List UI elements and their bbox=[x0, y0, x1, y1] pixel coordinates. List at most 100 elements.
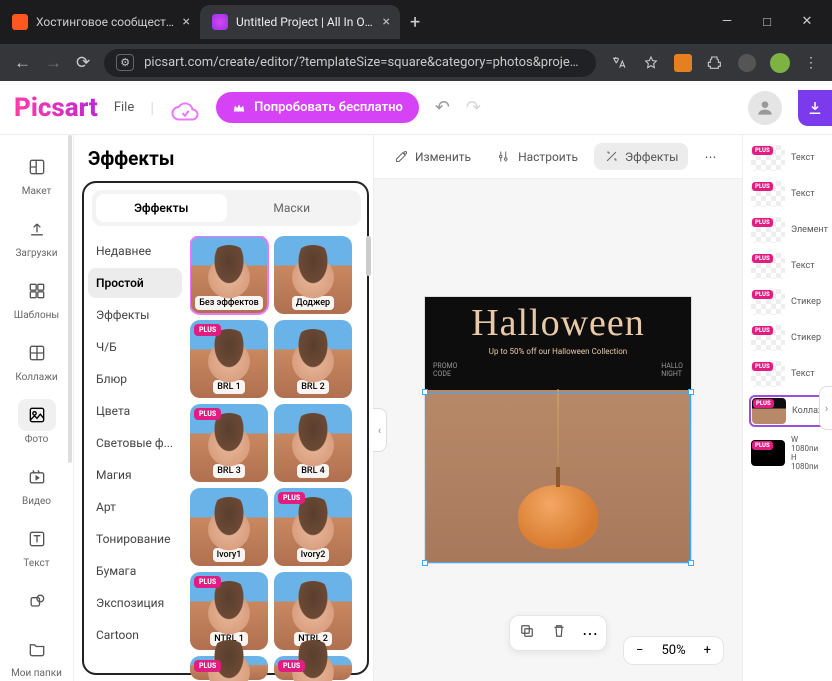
rail-shapes[interactable] bbox=[0, 577, 73, 625]
more-options-button[interactable]: ⋯ bbox=[582, 624, 598, 643]
cat-art[interactable]: Арт bbox=[88, 492, 182, 522]
collapse-panel-button[interactable]: ‹ bbox=[373, 408, 387, 452]
effect-brl3[interactable]: PLUSBRL 3 bbox=[190, 404, 268, 482]
new-tab-button[interactable]: + bbox=[400, 12, 430, 33]
more-button[interactable]: ⋯ bbox=[694, 144, 726, 170]
layer-text-3[interactable]: PLUSТекст bbox=[749, 251, 826, 281]
rail-scrollbar[interactable] bbox=[68, 135, 72, 463]
cat-blur[interactable]: Блюр bbox=[88, 364, 182, 394]
effect-thumbnails: Без эффектов Доджер PLUSBRL 1 BRL 2 PLUS… bbox=[190, 236, 373, 681]
extensions-icon[interactable] bbox=[706, 54, 724, 72]
plus-badge: PLUS bbox=[194, 324, 221, 336]
cat-magic[interactable]: Магия bbox=[88, 460, 182, 490]
layer-collage[interactable]: PLUSКоллаж bbox=[749, 395, 826, 427]
effect-ivory2[interactable]: PLUSIvory2 bbox=[274, 488, 352, 566]
rail-folders[interactable]: Мои папки bbox=[0, 625, 73, 681]
rail-templates[interactable]: Шаблоны bbox=[0, 267, 73, 329]
picsart-logo[interactable]: Picsart bbox=[14, 93, 98, 123]
zoom-out-button[interactable]: − bbox=[636, 643, 643, 658]
effect-dodger[interactable]: Доджер bbox=[274, 236, 352, 314]
adjust-button[interactable]: Настроить bbox=[487, 143, 588, 170]
layer-text-1[interactable]: PLUSТекст bbox=[749, 143, 826, 173]
cat-simple[interactable]: Простой bbox=[88, 268, 182, 298]
file-menu[interactable]: File bbox=[114, 100, 134, 115]
close-window-button[interactable]: ✕ bbox=[800, 14, 814, 30]
cat-bw[interactable]: Ч/Б bbox=[88, 332, 182, 362]
canvas-subtitle: Up to 50% off our Halloween Collection bbox=[425, 345, 691, 362]
delete-button[interactable] bbox=[550, 622, 568, 644]
favicon-icon bbox=[12, 14, 28, 30]
minimize-button[interactable]: — bbox=[720, 14, 734, 30]
subtab-masks[interactable]: Маски bbox=[227, 194, 358, 222]
effect-ivory1[interactable]: Ivory1 bbox=[190, 488, 268, 566]
zoom-control: − 50% + bbox=[623, 636, 724, 665]
edit-button[interactable]: Изменить bbox=[384, 143, 481, 170]
extension-2-icon[interactable] bbox=[738, 54, 756, 72]
cat-colors[interactable]: Цвета bbox=[88, 396, 182, 426]
zoom-level[interactable]: 50% bbox=[661, 643, 685, 658]
forward-button[interactable]: → bbox=[45, 53, 62, 73]
artboard[interactable]: Halloween Up to 50% off our Halloween Co… bbox=[425, 297, 691, 563]
effect-item[interactable]: PLUS bbox=[190, 656, 268, 680]
rail-collages[interactable]: Коллажи bbox=[0, 329, 73, 391]
effect-ntrl2[interactable]: NTRL 2 bbox=[274, 572, 352, 650]
zoom-in-button[interactable]: + bbox=[704, 643, 711, 658]
try-free-button[interactable]: Попробовать бесплатно bbox=[216, 92, 419, 123]
rail-uploads[interactable]: Загрузки bbox=[0, 205, 73, 267]
back-button[interactable]: ← bbox=[14, 53, 31, 73]
expand-layers-button[interactable]: › bbox=[819, 386, 832, 430]
duplicate-button[interactable] bbox=[518, 622, 536, 644]
plus-badge: PLUS bbox=[278, 492, 305, 504]
rail-text[interactable]: Текст bbox=[0, 515, 73, 577]
layer-text-2[interactable]: PLUSТекст bbox=[749, 179, 826, 209]
bookmark-icon[interactable] bbox=[642, 54, 660, 72]
effect-none[interactable]: Без эффектов bbox=[190, 236, 268, 314]
browser-tab-2[interactable]: Untitled Project | All In One We × bbox=[200, 5, 400, 39]
cat-tone[interactable]: Тонирование bbox=[88, 524, 182, 554]
undo-button[interactable]: ↶ bbox=[435, 97, 450, 118]
cat-recent[interactable]: Недавнее bbox=[88, 236, 182, 266]
effect-brl4[interactable]: BRL 4 bbox=[274, 404, 352, 482]
selection-rect[interactable] bbox=[425, 392, 691, 563]
cat-cartoon[interactable]: Cartoon bbox=[88, 620, 182, 650]
cat-exposure[interactable]: Экспозиция bbox=[88, 588, 182, 618]
menu-icon[interactable]: ⋮ bbox=[804, 55, 818, 71]
rail-layout[interactable]: Макет bbox=[0, 143, 73, 205]
browser-titlebar: Хостинговое сообщество «Tin × Untitled P… bbox=[0, 0, 832, 44]
effects-button[interactable]: Эффекты bbox=[594, 143, 688, 170]
layer-text-4[interactable]: PLUSТекст bbox=[749, 359, 826, 389]
translate-icon[interactable] bbox=[610, 54, 628, 72]
canvas-viewport[interactable]: ‹ Halloween Up to 50% off our Halloween … bbox=[374, 179, 742, 681]
layer-bg[interactable]: PLUSW 1080пиH 1080пи bbox=[749, 433, 826, 473]
user-avatar[interactable] bbox=[748, 91, 782, 125]
cat-effects[interactable]: Эффекты bbox=[88, 300, 182, 330]
maximize-button[interactable]: □ bbox=[760, 14, 774, 30]
effect-brl1[interactable]: PLUSBRL 1 bbox=[190, 320, 268, 398]
tab-label: Untitled Project | All In One We bbox=[236, 15, 375, 29]
redo-button[interactable]: ↷ bbox=[466, 97, 481, 118]
layer-sticker-2[interactable]: PLUSСтикер bbox=[749, 323, 826, 353]
thumbs-scrollbar[interactable] bbox=[366, 236, 371, 276]
browser-toolbar: ← → ⟳ ⚙ picsart.com/create/editor/?templ… bbox=[0, 44, 832, 81]
close-icon[interactable]: × bbox=[183, 14, 190, 30]
close-icon[interactable]: × bbox=[383, 14, 390, 30]
canvas-toolbar: Изменить Настроить Эффекты ⋯ bbox=[374, 135, 742, 179]
effect-ntrl1[interactable]: PLUSNTRL 1 bbox=[190, 572, 268, 650]
site-settings-icon[interactable]: ⚙ bbox=[116, 54, 134, 71]
extension-1-icon[interactable] bbox=[674, 54, 692, 72]
browser-tab-1[interactable]: Хостинговое сообщество «Tin × bbox=[0, 5, 200, 39]
address-bar[interactable]: ⚙ picsart.com/create/editor/?templateSiz… bbox=[104, 49, 596, 77]
cloud-sync-icon[interactable] bbox=[170, 97, 200, 119]
effect-brl2[interactable]: BRL 2 bbox=[274, 320, 352, 398]
download-button[interactable] bbox=[798, 90, 832, 126]
rail-photo[interactable]: Фото bbox=[0, 391, 73, 453]
reload-button[interactable]: ⟳ bbox=[76, 53, 90, 73]
rail-video[interactable]: Видео bbox=[0, 453, 73, 515]
layer-sticker-1[interactable]: PLUSСтикер bbox=[749, 287, 826, 317]
subtab-effects[interactable]: Эффекты bbox=[96, 194, 227, 222]
cat-light[interactable]: Световые ф... bbox=[88, 428, 182, 458]
cat-paper[interactable]: Бумага bbox=[88, 556, 182, 586]
effect-item[interactable]: PLUS bbox=[274, 656, 352, 680]
layer-element[interactable]: PLUSЭлемент bbox=[749, 215, 826, 245]
profile-avatar[interactable] bbox=[770, 53, 790, 73]
